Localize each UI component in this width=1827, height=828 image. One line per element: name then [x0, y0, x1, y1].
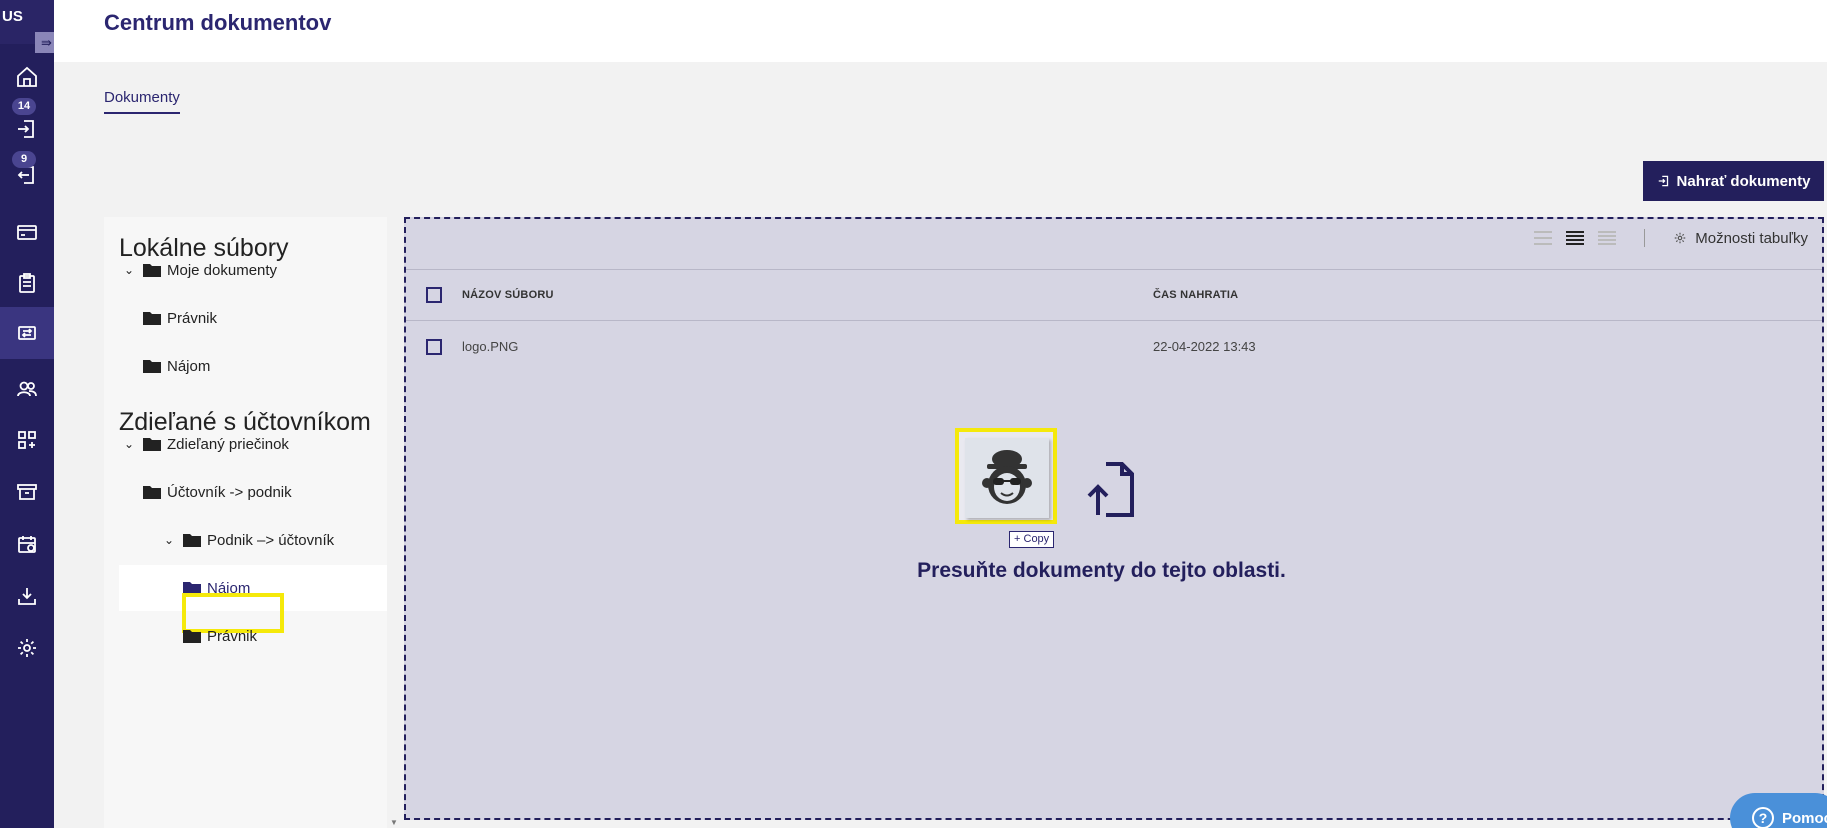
- sidebar-item-archive[interactable]: [0, 469, 54, 515]
- view-compact-icon[interactable]: [1534, 231, 1553, 245]
- gear-icon: [1674, 232, 1686, 244]
- chevron-down-icon[interactable]: ⌄: [119, 437, 139, 451]
- tree-folder-label: Účtovník -> podnik: [167, 483, 292, 501]
- outgoing-count-badge: 9: [12, 151, 36, 168]
- page-header: Centrum dokumentov: [54, 0, 1827, 62]
- copy-label: Copy: [1023, 533, 1050, 545]
- file-preview: [965, 438, 1049, 518]
- table-toolbar: Možnosti tabuľky: [1534, 229, 1808, 247]
- upload-documents-button[interactable]: Nahrať dokumenty: [1643, 161, 1824, 201]
- tree-folder-label: Moje dokumenty: [167, 261, 278, 279]
- dropzone-message: Presuňte dokumenty do tejto oblasti.: [917, 559, 1286, 582]
- documents-exchange-icon: [18, 326, 36, 340]
- tree-folder-label: Právnik: [167, 309, 218, 327]
- chevron-down-icon[interactable]: ⌄: [159, 533, 179, 547]
- sidebar-item-payments[interactable]: [0, 209, 54, 255]
- tree-folder-label: Zdieľaný priečinok: [167, 435, 289, 453]
- apps-icon: [18, 431, 36, 449]
- upload-file-icon: [1658, 175, 1668, 187]
- archive-icon: [17, 484, 37, 500]
- calendar-icon: [18, 536, 36, 553]
- folder-icon: [143, 360, 161, 373]
- upload-documents-label: Nahrať dokumenty: [1676, 172, 1811, 190]
- incoming-icon: [18, 120, 34, 138]
- sidebar-item-documents[interactable]: [0, 307, 54, 359]
- chevron-down-icon[interactable]: ⌄: [119, 263, 139, 277]
- dragged-file-thumbnail: [955, 428, 1057, 524]
- help-question-icon: ?: [1752, 807, 1774, 828]
- folder-icon: [183, 534, 201, 547]
- table-divider: [406, 320, 1822, 321]
- card-icon: [17, 225, 37, 240]
- help-button[interactable]: ? Pomoc: [1730, 793, 1827, 828]
- folder-icon: [143, 438, 161, 451]
- folder-tree: Lokálne súbory ⌄ Moje dokumenty Právnik …: [104, 217, 387, 828]
- column-header-upload-time[interactable]: ČAS NAHRATIA: [1153, 289, 1238, 301]
- settings-icon: [18, 639, 36, 657]
- sidebar-item-downloads[interactable]: [0, 573, 54, 619]
- view-default-icon[interactable]: [1566, 231, 1585, 245]
- monkey-logo-icon: [982, 450, 1032, 504]
- tree-folder-shared[interactable]: ⌄ Zdieľaný priečinok: [119, 421, 289, 467]
- column-header-filename[interactable]: NÁZOV SÚBORU: [462, 289, 554, 301]
- sidebar-item-tasks[interactable]: [0, 260, 54, 306]
- table-divider: [406, 269, 1822, 270]
- select-all-checkbox[interactable]: [426, 287, 442, 303]
- tree-folder-label: Podnik –> účtovník: [207, 531, 335, 549]
- file-upload-icon: [1087, 462, 1134, 517]
- help-label: Pomoc: [1782, 809, 1827, 827]
- home-icon: [17, 66, 37, 87]
- folder-icon: [183, 630, 201, 643]
- tree-folder-label: Právnik: [207, 627, 258, 645]
- view-spacious-icon[interactable]: [1598, 231, 1617, 245]
- folder-icon: [143, 486, 161, 499]
- file-name-cell[interactable]: logo.PNG: [462, 339, 518, 354]
- sidebar-item-contacts[interactable]: [0, 366, 54, 412]
- sidebar-item-settings[interactable]: [0, 625, 54, 671]
- folder-icon: [143, 312, 161, 325]
- document-dropzone[interactable]: Možnosti tabuľky NÁZOV SÚBORU ČAS NAHRAT…: [404, 217, 1824, 820]
- table-options-button[interactable]: Možnosti tabuľky: [1673, 230, 1808, 247]
- tab-documents[interactable]: Dokumenty: [104, 89, 180, 114]
- sidebar: US ⇛ 14 9: [0, 0, 58, 828]
- tree-folder-pravnik[interactable]: Právnik: [143, 295, 217, 341]
- users-icon: [17, 381, 37, 397]
- clipboard-icon: [19, 273, 35, 293]
- toolbar-divider: [1644, 229, 1646, 247]
- plus-icon: +: [1014, 533, 1021, 545]
- row-checkbox[interactable]: [426, 339, 442, 355]
- table-options-label: Možnosti tabuľky: [1695, 229, 1808, 247]
- tree-folder-label: Nájom: [167, 357, 211, 375]
- tree-folder-company-to-accountant[interactable]: ⌄ Podnik –> účtovník: [159, 517, 334, 563]
- sidebar-item-apps[interactable]: [0, 417, 54, 463]
- sidebar-item-calendar[interactable]: [0, 521, 54, 567]
- download-icon: [18, 588, 36, 605]
- tree-folder-pravnik-shared[interactable]: Právnik: [183, 613, 257, 659]
- copy-cursor-tag: + Copy: [1009, 531, 1055, 548]
- tree-folder-my-documents[interactable]: ⌄ Moje dokumenty: [119, 247, 277, 293]
- tree-folder-accountant-to-company[interactable]: Účtovník -> podnik: [143, 469, 292, 515]
- page-title: Centrum dokumentov: [104, 10, 332, 35]
- upload-time-cell: 22-04-2022 13:43: [1153, 339, 1256, 354]
- folder-icon: [143, 264, 161, 277]
- sidebar-item-home[interactable]: [0, 54, 54, 100]
- tree-folder-najom[interactable]: Nájom: [143, 343, 210, 389]
- scroll-down-icon[interactable]: ▼: [390, 818, 398, 827]
- incoming-count-badge: 14: [12, 98, 36, 115]
